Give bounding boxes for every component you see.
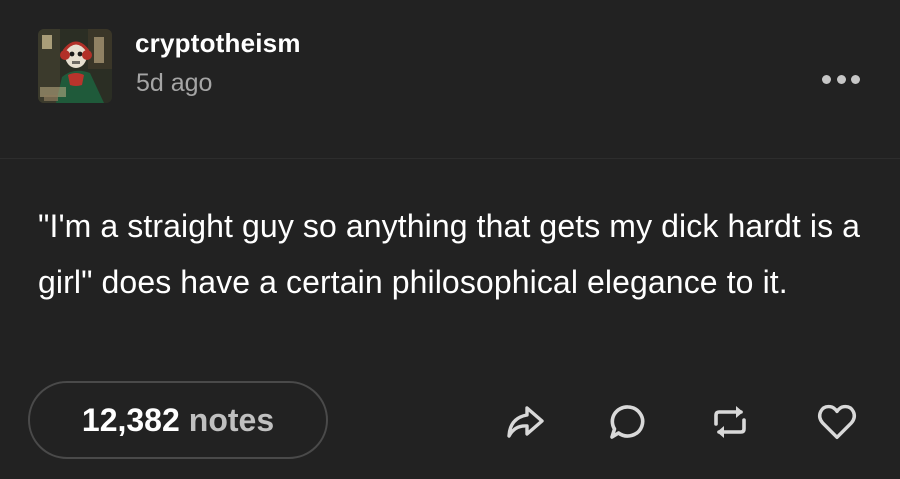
- share-icon[interactable]: [503, 400, 547, 444]
- more-dot: [836, 74, 846, 84]
- post-header: cryptotheism 5d ago: [0, 0, 900, 159]
- avatar-image: [38, 29, 112, 103]
- notes-count: 12,382: [81, 401, 180, 438]
- post-timestamp: 5d ago: [136, 69, 213, 97]
- reply-icon[interactable]: [606, 400, 650, 444]
- reblog-icon[interactable]: [708, 400, 752, 444]
- more-icon[interactable]: [818, 66, 864, 92]
- notes-label: notes: [188, 401, 275, 438]
- more-dot: [822, 74, 831, 84]
- avatar[interactable]: [38, 29, 112, 103]
- post-author[interactable]: cryptotheism: [135, 28, 301, 59]
- like-icon[interactable]: [815, 400, 859, 444]
- notes-button[interactable]: 12,382 notes: [28, 381, 328, 459]
- more-dot: [851, 74, 860, 84]
- post-text: "I'm a straight guy so anything that get…: [38, 208, 861, 300]
